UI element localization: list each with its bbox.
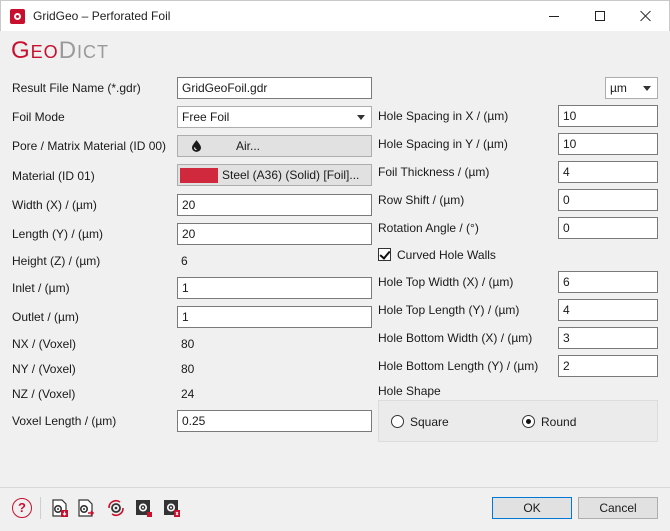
nz-value: 24 xyxy=(181,387,195,401)
close-icon xyxy=(640,10,652,22)
outlet-label: Outlet / (µm) xyxy=(12,310,79,324)
settings-export-icon[interactable] xyxy=(134,498,154,518)
maximize-icon xyxy=(595,11,605,21)
hole-spacing-y-label: Hole Spacing in Y / (µm) xyxy=(378,137,508,151)
geodict-logo: GEODICT xyxy=(11,37,110,64)
row-shift-input[interactable]: 0 xyxy=(558,189,658,211)
hole-bottom-length-label: Hole Bottom Length (Y) / (µm) xyxy=(378,359,539,373)
hole-top-length-label: Hole Top Length (Y) / (µm) xyxy=(378,303,520,317)
hole-top-width-input[interactable]: 6 xyxy=(558,271,658,293)
toolbar-separator xyxy=(40,497,41,519)
hole-shape-square-label: Square xyxy=(410,415,449,429)
hole-spacing-y-input[interactable]: 10 xyxy=(558,133,658,155)
result-file-input[interactable]: GridGeoFoil.gdr xyxy=(177,77,372,99)
width-input[interactable]: 20 xyxy=(177,194,372,216)
close-button[interactable] xyxy=(623,1,669,31)
material-label: Material (ID 01) xyxy=(12,169,95,183)
material-button[interactable]: Steel (A36) (Solid) [Foil]... xyxy=(177,164,372,186)
maximize-button[interactable] xyxy=(577,1,623,31)
pore-material-label: Pore / Matrix Material (ID 00) xyxy=(12,139,167,153)
foil-thickness-input[interactable]: 4 xyxy=(558,161,658,183)
ny-value: 80 xyxy=(181,362,195,376)
height-label: Height (Z) / (µm) xyxy=(12,254,101,268)
hole-top-length-input[interactable]: 4 xyxy=(558,299,658,321)
hole-bottom-width-input[interactable]: 3 xyxy=(558,327,658,349)
reset-settings-icon[interactable] xyxy=(106,498,126,518)
hole-shape-group: Square Round xyxy=(378,400,658,442)
result-file-label: Result File Name (*.gdr) xyxy=(12,81,141,95)
settings-import-icon[interactable] xyxy=(162,498,182,518)
foil-thickness-label: Foil Thickness / (µm) xyxy=(378,165,490,179)
cancel-button[interactable]: Cancel xyxy=(578,497,658,519)
hole-spacing-x-input[interactable]: 10 xyxy=(558,105,658,127)
window-titlebar: GridGeo – Perforated Foil xyxy=(0,0,670,31)
voxel-length-input[interactable]: 0.25 xyxy=(177,410,372,432)
rotation-angle-label: Rotation Angle / (°) xyxy=(378,221,479,235)
hole-top-width-label: Hole Top Width (X) / (µm) xyxy=(378,275,514,289)
length-label: Length (Y) / (µm) xyxy=(12,227,103,241)
help-icon[interactable]: ? xyxy=(12,498,32,518)
row-shift-label: Row Shift / (µm) xyxy=(378,193,465,207)
inlet-input[interactable]: 1 xyxy=(177,277,372,299)
footer-separator xyxy=(0,487,670,488)
hole-bottom-width-label: Hole Bottom Width (X) / (µm) xyxy=(378,331,533,345)
foil-mode-select[interactable]: Free Foil xyxy=(177,106,372,128)
material-color-swatch xyxy=(180,168,218,183)
hole-spacing-x-label: Hole Spacing in X / (µm) xyxy=(378,109,509,123)
height-value: 6 xyxy=(181,254,188,268)
hole-shape-label: Hole Shape xyxy=(378,384,441,398)
save-settings-icon[interactable] xyxy=(76,498,96,518)
hole-shape-square-radio[interactable] xyxy=(391,415,404,428)
width-label: Width (X) / (µm) xyxy=(12,198,97,212)
nx-value: 80 xyxy=(181,337,195,351)
hole-shape-round-label: Round xyxy=(541,415,577,429)
length-input[interactable]: 20 xyxy=(177,223,372,245)
chevron-down-icon xyxy=(357,115,365,120)
outlet-input[interactable]: 1 xyxy=(177,306,372,328)
ny-label: NY / (Voxel) xyxy=(12,362,76,376)
ok-button[interactable]: OK xyxy=(492,497,572,519)
hole-shape-round-radio[interactable] xyxy=(522,415,535,428)
unit-select[interactable]: µm xyxy=(605,77,658,99)
nx-label: NX / (Voxel) xyxy=(12,337,77,351)
hole-bottom-length-input[interactable]: 2 xyxy=(558,355,658,377)
load-settings-icon[interactable] xyxy=(50,498,70,518)
minimize-button[interactable] xyxy=(531,1,577,31)
voxel-length-label: Voxel Length / (µm) xyxy=(12,414,117,428)
curved-hole-walls-checkbox[interactable] xyxy=(378,248,391,261)
minimize-icon xyxy=(549,15,559,17)
rotation-angle-input[interactable]: 0 xyxy=(558,217,658,239)
curved-hole-walls-label: Curved Hole Walls xyxy=(397,248,496,262)
window-title: GridGeo – Perforated Foil xyxy=(33,9,171,23)
chevron-down-icon xyxy=(643,86,651,91)
app-icon xyxy=(10,9,25,24)
nz-label: NZ / (Voxel) xyxy=(12,387,76,401)
inlet-label: Inlet / (µm) xyxy=(12,281,70,295)
pore-material-button[interactable]: Air... xyxy=(177,135,372,157)
foil-mode-label: Foil Mode xyxy=(12,110,65,124)
droplet-icon xyxy=(192,140,201,152)
